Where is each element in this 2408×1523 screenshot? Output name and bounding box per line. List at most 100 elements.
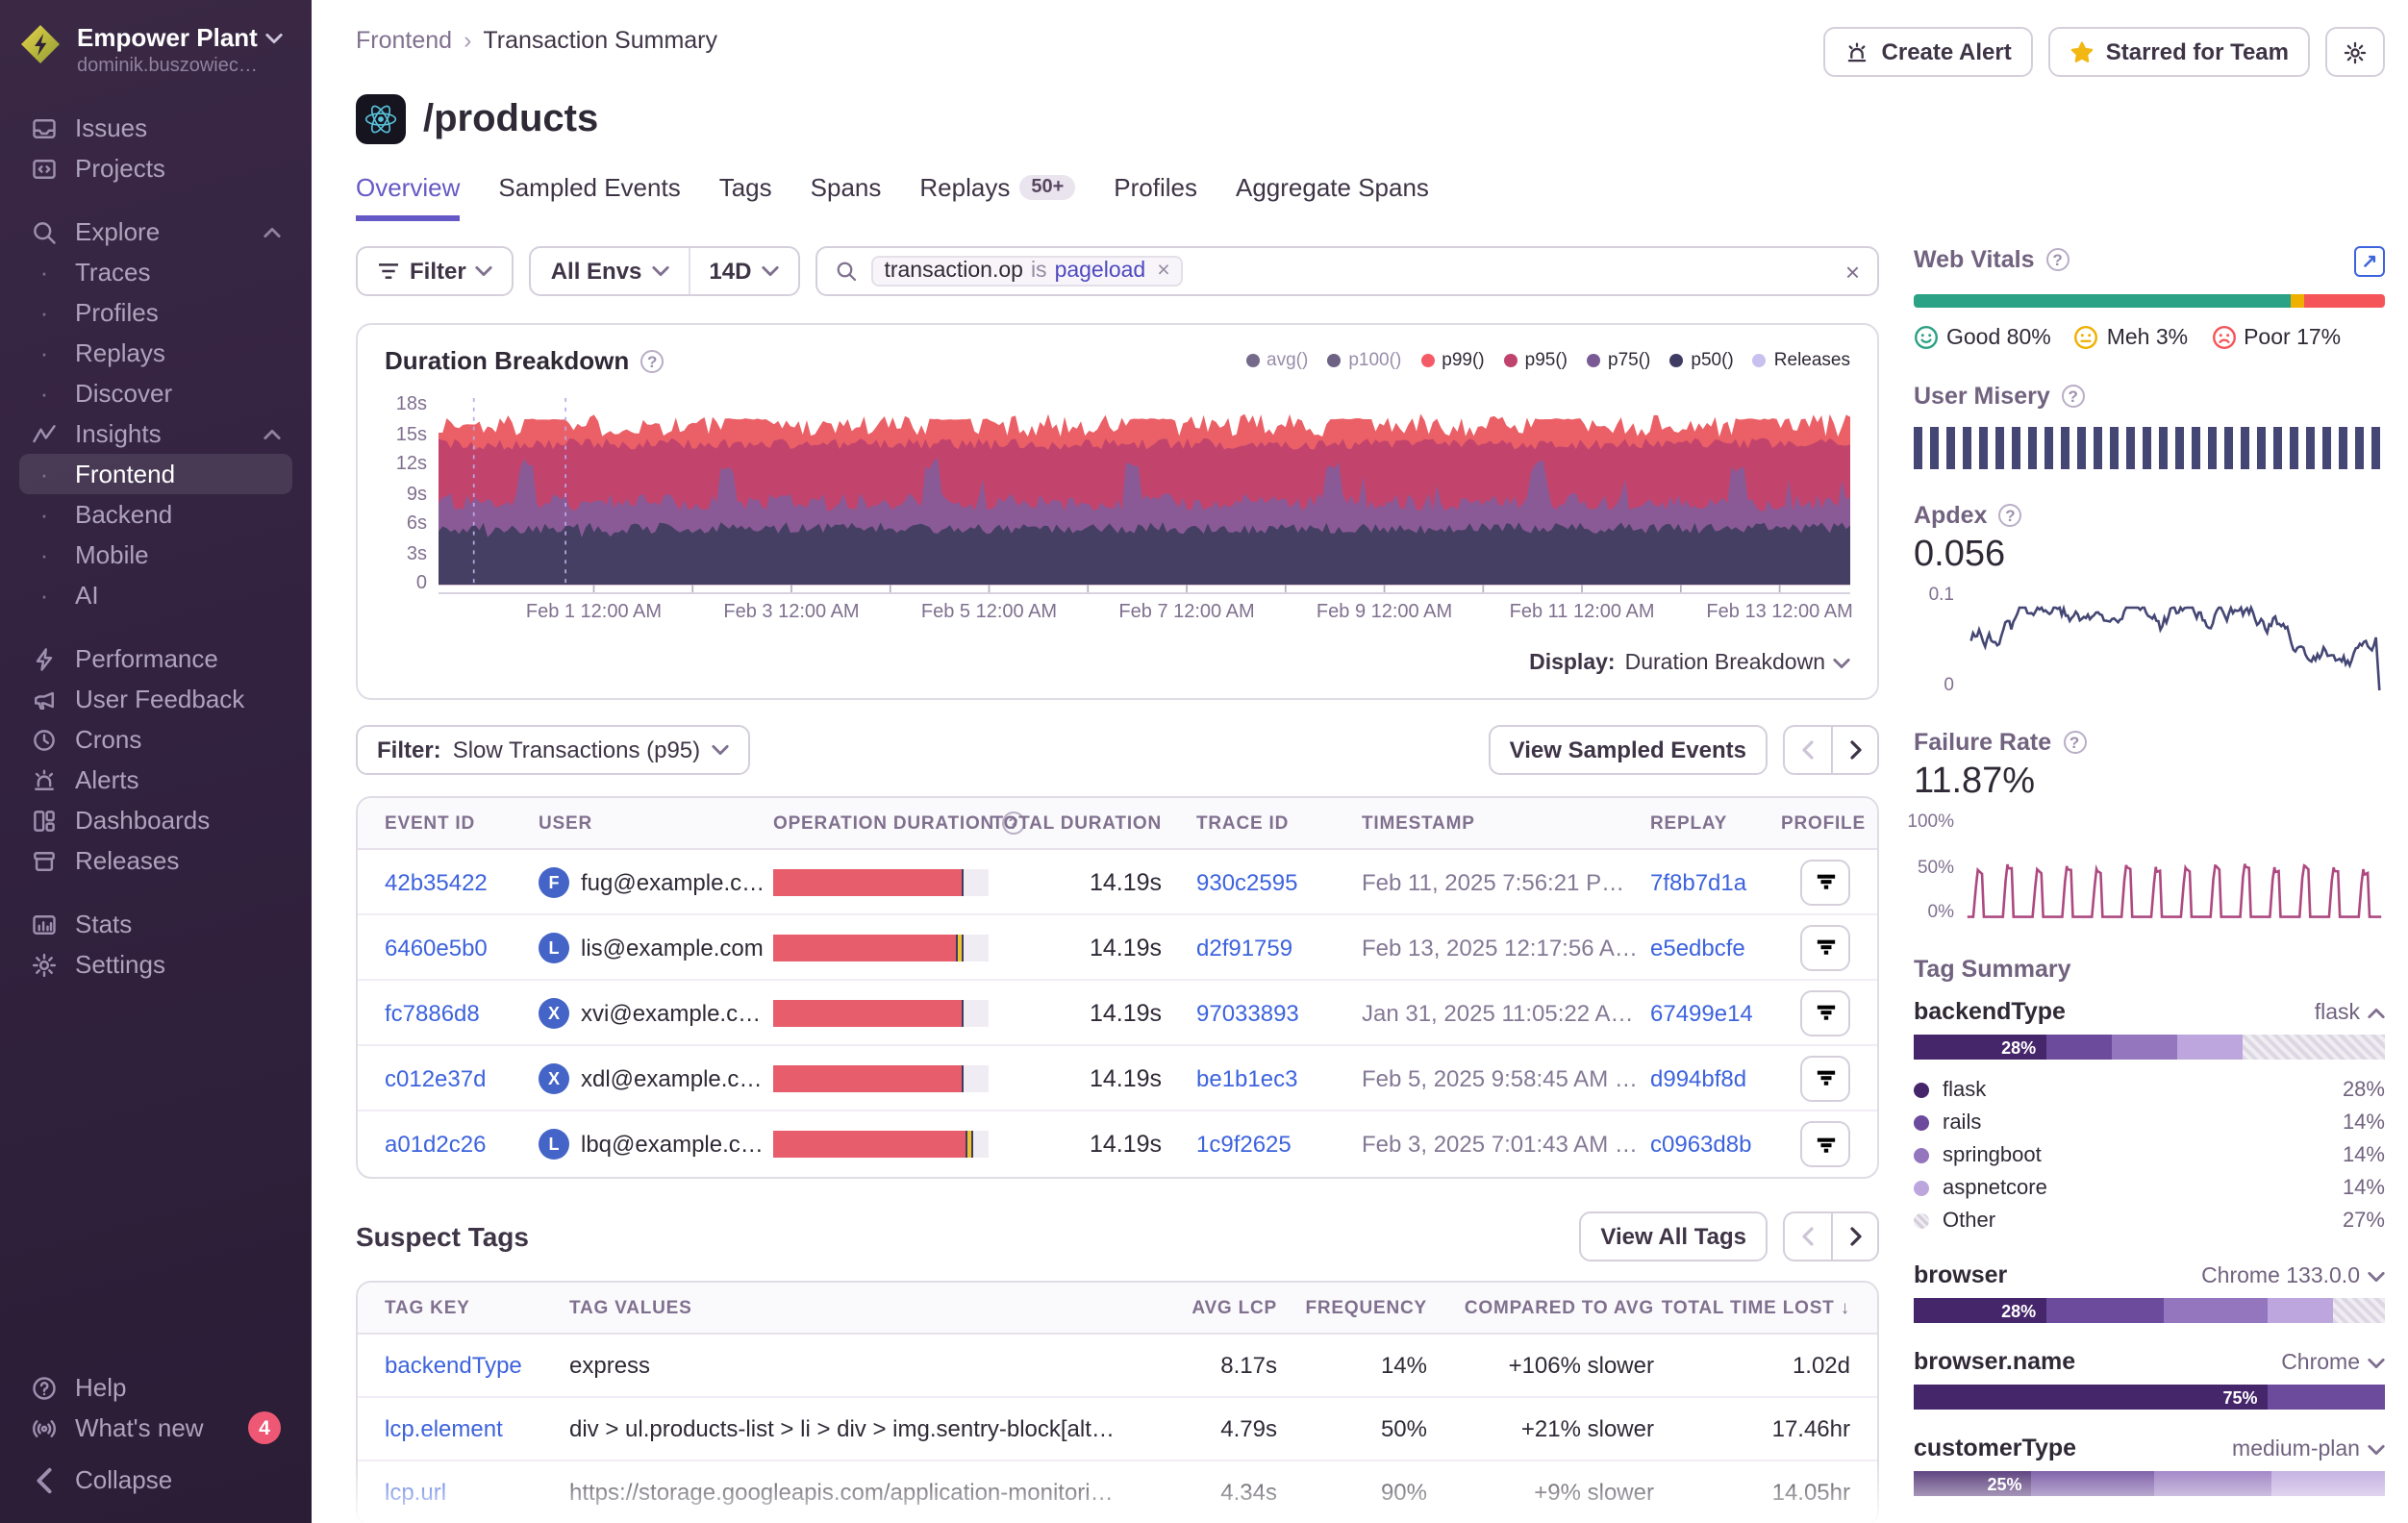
tag-distribution-bar[interactable]: 28% xyxy=(1914,1298,2385,1323)
sidebar-item-profiles[interactable]: ·Profiles xyxy=(19,292,292,333)
next-page-button[interactable] xyxy=(1831,725,1879,775)
duration-breakdown-chart[interactable] xyxy=(439,394,1850,594)
search-token[interactable]: transaction.op is pageload × xyxy=(870,256,1183,287)
tab-sampled-events[interactable]: Sampled Events xyxy=(498,173,680,221)
tag-distribution-bar[interactable]: 75% xyxy=(1914,1385,2385,1410)
next-page-button[interactable] xyxy=(1831,1211,1879,1261)
event-id-link[interactable]: fc7886d8 xyxy=(385,999,539,1026)
tab-tags[interactable]: Tags xyxy=(719,173,772,221)
profile-button[interactable] xyxy=(1800,1121,1850,1167)
legend-p50[interactable]: p50() xyxy=(1669,350,1733,371)
sidebar-collapse-button[interactable]: Collapse xyxy=(19,1460,292,1500)
legend-releases[interactable]: Releases xyxy=(1753,350,1850,371)
replay-link[interactable]: 67499e14 xyxy=(1650,999,1781,1026)
view-all-tags-button[interactable]: View All Tags xyxy=(1579,1211,1768,1261)
sidebar-item-traces[interactable]: ·Traces xyxy=(19,252,292,292)
legend-p75[interactable]: p75() xyxy=(1587,350,1650,371)
tag-key-link[interactable]: lcp.url xyxy=(385,1479,569,1506)
display-dropdown[interactable]: Duration Breakdown xyxy=(1625,652,1850,675)
prev-page-button[interactable] xyxy=(1783,725,1831,775)
event-id-link[interactable]: c012e37d xyxy=(385,1064,539,1091)
search-clear-icon[interactable]: × xyxy=(1845,257,1860,286)
tag-key-link[interactable]: backendType xyxy=(385,1352,569,1379)
sidebar-item-help[interactable]: Help xyxy=(19,1367,292,1408)
token-remove-icon[interactable]: × xyxy=(1153,260,1169,283)
legend-p95[interactable]: p95() xyxy=(1504,350,1568,371)
bullet-icon: · xyxy=(31,586,58,605)
sidebar-item-alerts[interactable]: Alerts xyxy=(19,760,292,800)
sidebar-item-settings[interactable]: Settings xyxy=(19,944,292,985)
legend-p100[interactable]: p100() xyxy=(1327,350,1401,371)
tab-overview[interactable]: Overview xyxy=(356,173,460,221)
sidebar-item-mobile[interactable]: ·Mobile xyxy=(19,535,292,575)
sidebar-item-crons[interactable]: Crons xyxy=(19,719,292,760)
sidebar-item-performance[interactable]: Performance xyxy=(19,638,292,679)
create-alert-button[interactable]: Create Alert xyxy=(1824,27,2033,77)
tab-replays[interactable]: Replays50+ xyxy=(919,173,1075,221)
sidebar-item-ai[interactable]: ·AI xyxy=(19,575,292,615)
web-vitals-poor: Poor 17% xyxy=(2211,325,2341,350)
filter-dropdown[interactable]: Filter xyxy=(358,248,513,294)
sidebar-item-dashboards[interactable]: Dashboards xyxy=(19,800,292,840)
org-name: Empower Plant xyxy=(77,23,258,52)
prev-page-button[interactable] xyxy=(1783,1211,1831,1261)
tab-spans[interactable]: Spans xyxy=(811,173,882,221)
help-icon[interactable]: ? xyxy=(1998,504,2021,527)
profile-button[interactable] xyxy=(1800,989,1850,1036)
profile-button[interactable] xyxy=(1800,924,1850,970)
event-id-link[interactable]: 42b35422 xyxy=(385,868,539,895)
settings-button[interactable] xyxy=(2325,27,2385,77)
external-link-icon[interactable]: ↗ xyxy=(2354,246,2385,277)
sidebar-group-insights[interactable]: Insights xyxy=(19,413,292,454)
operation-duration-bar xyxy=(773,1131,989,1158)
tag-distribution-bar[interactable]: 28% xyxy=(1914,1035,2385,1060)
trace-id-link[interactable]: 97033893 xyxy=(1196,999,1362,1026)
help-icon[interactable]: ? xyxy=(2063,731,2086,754)
trace-id-link[interactable]: 930c2595 xyxy=(1196,868,1362,895)
sidebar-item-stats[interactable]: Stats xyxy=(19,904,292,944)
help-icon[interactable]: ? xyxy=(2046,248,2069,271)
replay-link[interactable]: e5edbcfe xyxy=(1650,934,1781,961)
org-switcher[interactable]: Empower Plant dominik.buszowiec… xyxy=(19,23,292,77)
events-filter-dropdown[interactable]: Filter: Slow Transactions (p95) xyxy=(356,725,750,775)
date-range-dropdown[interactable]: 14D xyxy=(688,248,797,294)
environment-dropdown[interactable]: All Envs xyxy=(532,248,689,294)
breadcrumb-frontend[interactable]: Frontend xyxy=(356,27,452,54)
tag-value-dropdown[interactable]: Chrome 133.0.0 xyxy=(2201,1265,2385,1288)
profile-button[interactable] xyxy=(1800,1055,1850,1101)
tag-distribution-bar[interactable]: 25% xyxy=(1914,1471,2385,1496)
sidebar-item-projects[interactable]: Projects xyxy=(19,148,292,188)
replay-link[interactable]: d994bf8d xyxy=(1650,1064,1781,1091)
sidebar-item-replays[interactable]: ·Replays xyxy=(19,333,292,373)
replay-link[interactable]: 7f8b7d1a xyxy=(1650,868,1781,895)
tag-value-dropdown[interactable]: Chrome xyxy=(2281,1352,2385,1375)
sidebar-item-whats-new[interactable]: What's new4 xyxy=(19,1408,292,1448)
tag-key-link[interactable]: lcp.element xyxy=(385,1415,569,1442)
sidebar-item-user-feedback[interactable]: User Feedback xyxy=(19,679,292,719)
tag-value-dropdown[interactable]: flask xyxy=(2315,1002,2385,1025)
tab-aggregate-spans[interactable]: Aggregate Spans xyxy=(1236,173,1429,221)
help-icon[interactable]: ? xyxy=(2062,385,2085,408)
trace-id-link[interactable]: 1c9f2625 xyxy=(1196,1131,1362,1158)
event-id-link[interactable]: 6460e5b0 xyxy=(385,934,539,961)
profile-button[interactable] xyxy=(1800,859,1850,905)
tag-value-dropdown[interactable]: medium-plan xyxy=(2232,1438,2385,1461)
sidebar-group-explore[interactable]: Explore xyxy=(19,212,292,252)
help-icon[interactable]: ? xyxy=(640,349,664,372)
replay-link[interactable]: c0963d8b xyxy=(1650,1131,1781,1158)
sidebar-item-issues[interactable]: Issues xyxy=(19,108,292,148)
sidebar-item-discover[interactable]: ·Discover xyxy=(19,373,292,413)
tab-profiles[interactable]: Profiles xyxy=(1114,173,1197,221)
legend-p99[interactable]: p99() xyxy=(1420,350,1484,371)
event-id-link[interactable]: a01d2c26 xyxy=(385,1131,539,1158)
search-input[interactable]: transaction.op is pageload × × xyxy=(815,246,1879,296)
trace-id-link[interactable]: d2f91759 xyxy=(1196,934,1362,961)
trace-id-link[interactable]: be1b1ec3 xyxy=(1196,1064,1362,1091)
sidebar-item-backend[interactable]: ·Backend xyxy=(19,494,292,535)
starred-for-team-button[interactable]: Starred for Team xyxy=(2048,27,2310,77)
sidebar-item-frontend[interactable]: ·Frontend xyxy=(19,454,292,494)
sort-column[interactable]: TOTAL TIME LOST ↓ xyxy=(1654,1297,1850,1318)
sidebar-item-releases[interactable]: Releases xyxy=(19,840,292,881)
legend-avg[interactable]: avg() xyxy=(1245,350,1308,371)
view-sampled-events-button[interactable]: View Sampled Events xyxy=(1489,725,1768,775)
